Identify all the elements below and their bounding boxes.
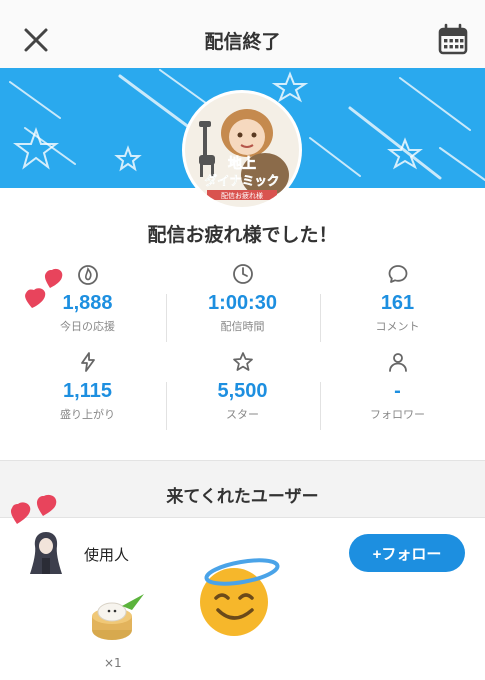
stat-label: フォロワー [370,408,425,421]
avatar[interactable] [24,528,68,578]
stat-value: - [394,380,401,402]
stat-followers: - フォロワー [320,346,475,426]
header-bar: 配信終了 [0,0,485,69]
visitors-section-title: 来てくれたユーザー [166,487,319,507]
lightning-icon [80,352,95,372]
avatar-logo-line3: 配信お疲れ様 [221,191,263,200]
avatar-logo-line1: 地上 [228,155,256,172]
stat-label: コメント [375,320,420,333]
stat-value: 1,115 [63,380,112,402]
stat-label: 今日の応援 [60,320,115,333]
stats-grid: 1,888 今日の応援 1:00:30 配信時間 161 コメント 1,115 … [0,258,485,434]
stat-excitement: 1,115 盛り上がり [10,346,165,426]
stat-value: 1:00:30 [208,292,277,314]
star-icon [232,352,253,371]
greeting-text: 配信お疲れ様でした！ [147,224,338,246]
calendar-icon[interactable] [435,22,471,58]
hearts-sticker [25,268,63,308]
stat-label: 盛り上がり [60,408,115,421]
comment-icon [388,265,407,283]
stat-label: 配信時間 [220,320,265,333]
streamer-avatar: 地上 ダイナミック 配信お疲れ様 [182,90,302,210]
stat-duration: 1:00:30 配信時間 [165,258,320,338]
avatar-logo-line2: ダイナミック [205,173,280,188]
stat-stars: 5,500 スター [165,346,320,426]
gift-count: ×1 [104,656,122,670]
clock-icon [232,264,253,284]
stat-value: 161 [380,292,415,314]
person-icon [388,353,407,372]
stat-value: 5,500 [217,380,268,402]
stat-label: スター [226,408,259,421]
gift-icon [92,594,144,640]
page-title: 配信終了 [204,31,281,53]
follow-button[interactable]: +フォロー [349,534,465,572]
smiling-halo-emoji-icon [200,558,280,636]
stat-comments: 161 コメント [320,258,475,338]
visitor-name[interactable]: 使用人 [84,544,129,565]
flame-icon [77,265,98,285]
